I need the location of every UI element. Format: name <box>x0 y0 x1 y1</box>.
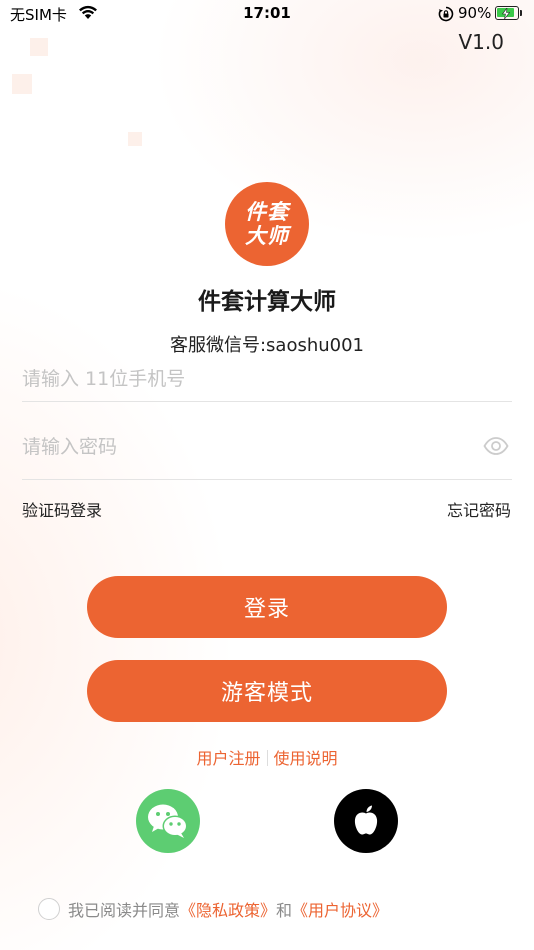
user-agreement-link[interactable]: 《用户协议》 <box>292 897 388 921</box>
register-help-row: 用户注册 使用说明 <box>0 745 534 769</box>
login-button[interactable]: 登录 <box>87 576 447 638</box>
apple-login-button[interactable] <box>334 789 398 853</box>
agreement-prefix: 我已阅读并同意 <box>68 901 181 920</box>
background-glow <box>0 0 534 950</box>
app-name: 件套计算大师 <box>198 289 336 315</box>
forgot-password-link[interactable]: 忘记密码 <box>447 497 511 521</box>
privacy-policy-link[interactable]: 《隐私政策》 <box>180 897 276 921</box>
password-underline <box>22 479 512 480</box>
logo-text-line1: 件套 <box>245 200 289 224</box>
battery-icon <box>495 6 519 20</box>
status-bar: 无SIM卡 17:01 90% <box>0 0 534 28</box>
wechat-login-button[interactable] <box>136 789 200 853</box>
rotation-lock-icon <box>438 6 454 22</box>
battery-percent: 90% <box>458 4 492 22</box>
wechat-icon <box>148 804 188 838</box>
eye-icon[interactable] <box>482 432 510 460</box>
agreement-and: 和 <box>276 901 293 920</box>
charging-bolt-icon <box>501 7 511 19</box>
logo-text-line2: 大师 <box>245 224 289 248</box>
apple-icon <box>354 805 378 835</box>
decor-square <box>30 38 48 56</box>
decor-square <box>128 132 142 146</box>
sms-code-login-link[interactable]: 验证码登录 <box>22 497 102 521</box>
app-logo: 件套 大师 <box>225 182 309 266</box>
battery-cap <box>520 10 522 16</box>
phone-input[interactable] <box>22 357 512 402</box>
divider <box>266 750 268 766</box>
agreement-checkbox[interactable] <box>38 898 60 920</box>
guest-mode-button[interactable]: 游客模式 <box>87 660 447 722</box>
instructions-link[interactable]: 使用说明 <box>274 749 338 768</box>
version-label: V1.0 <box>458 30 505 54</box>
register-link[interactable]: 用户注册 <box>196 749 260 768</box>
customer-service-wechat: 客服微信号:saoshu001 <box>169 335 365 356</box>
password-input[interactable] <box>22 425 482 469</box>
decor-square <box>12 74 32 94</box>
agreement-row: 我已阅读并同意 《隐私政策》 和 《用户协议》 <box>38 896 388 922</box>
